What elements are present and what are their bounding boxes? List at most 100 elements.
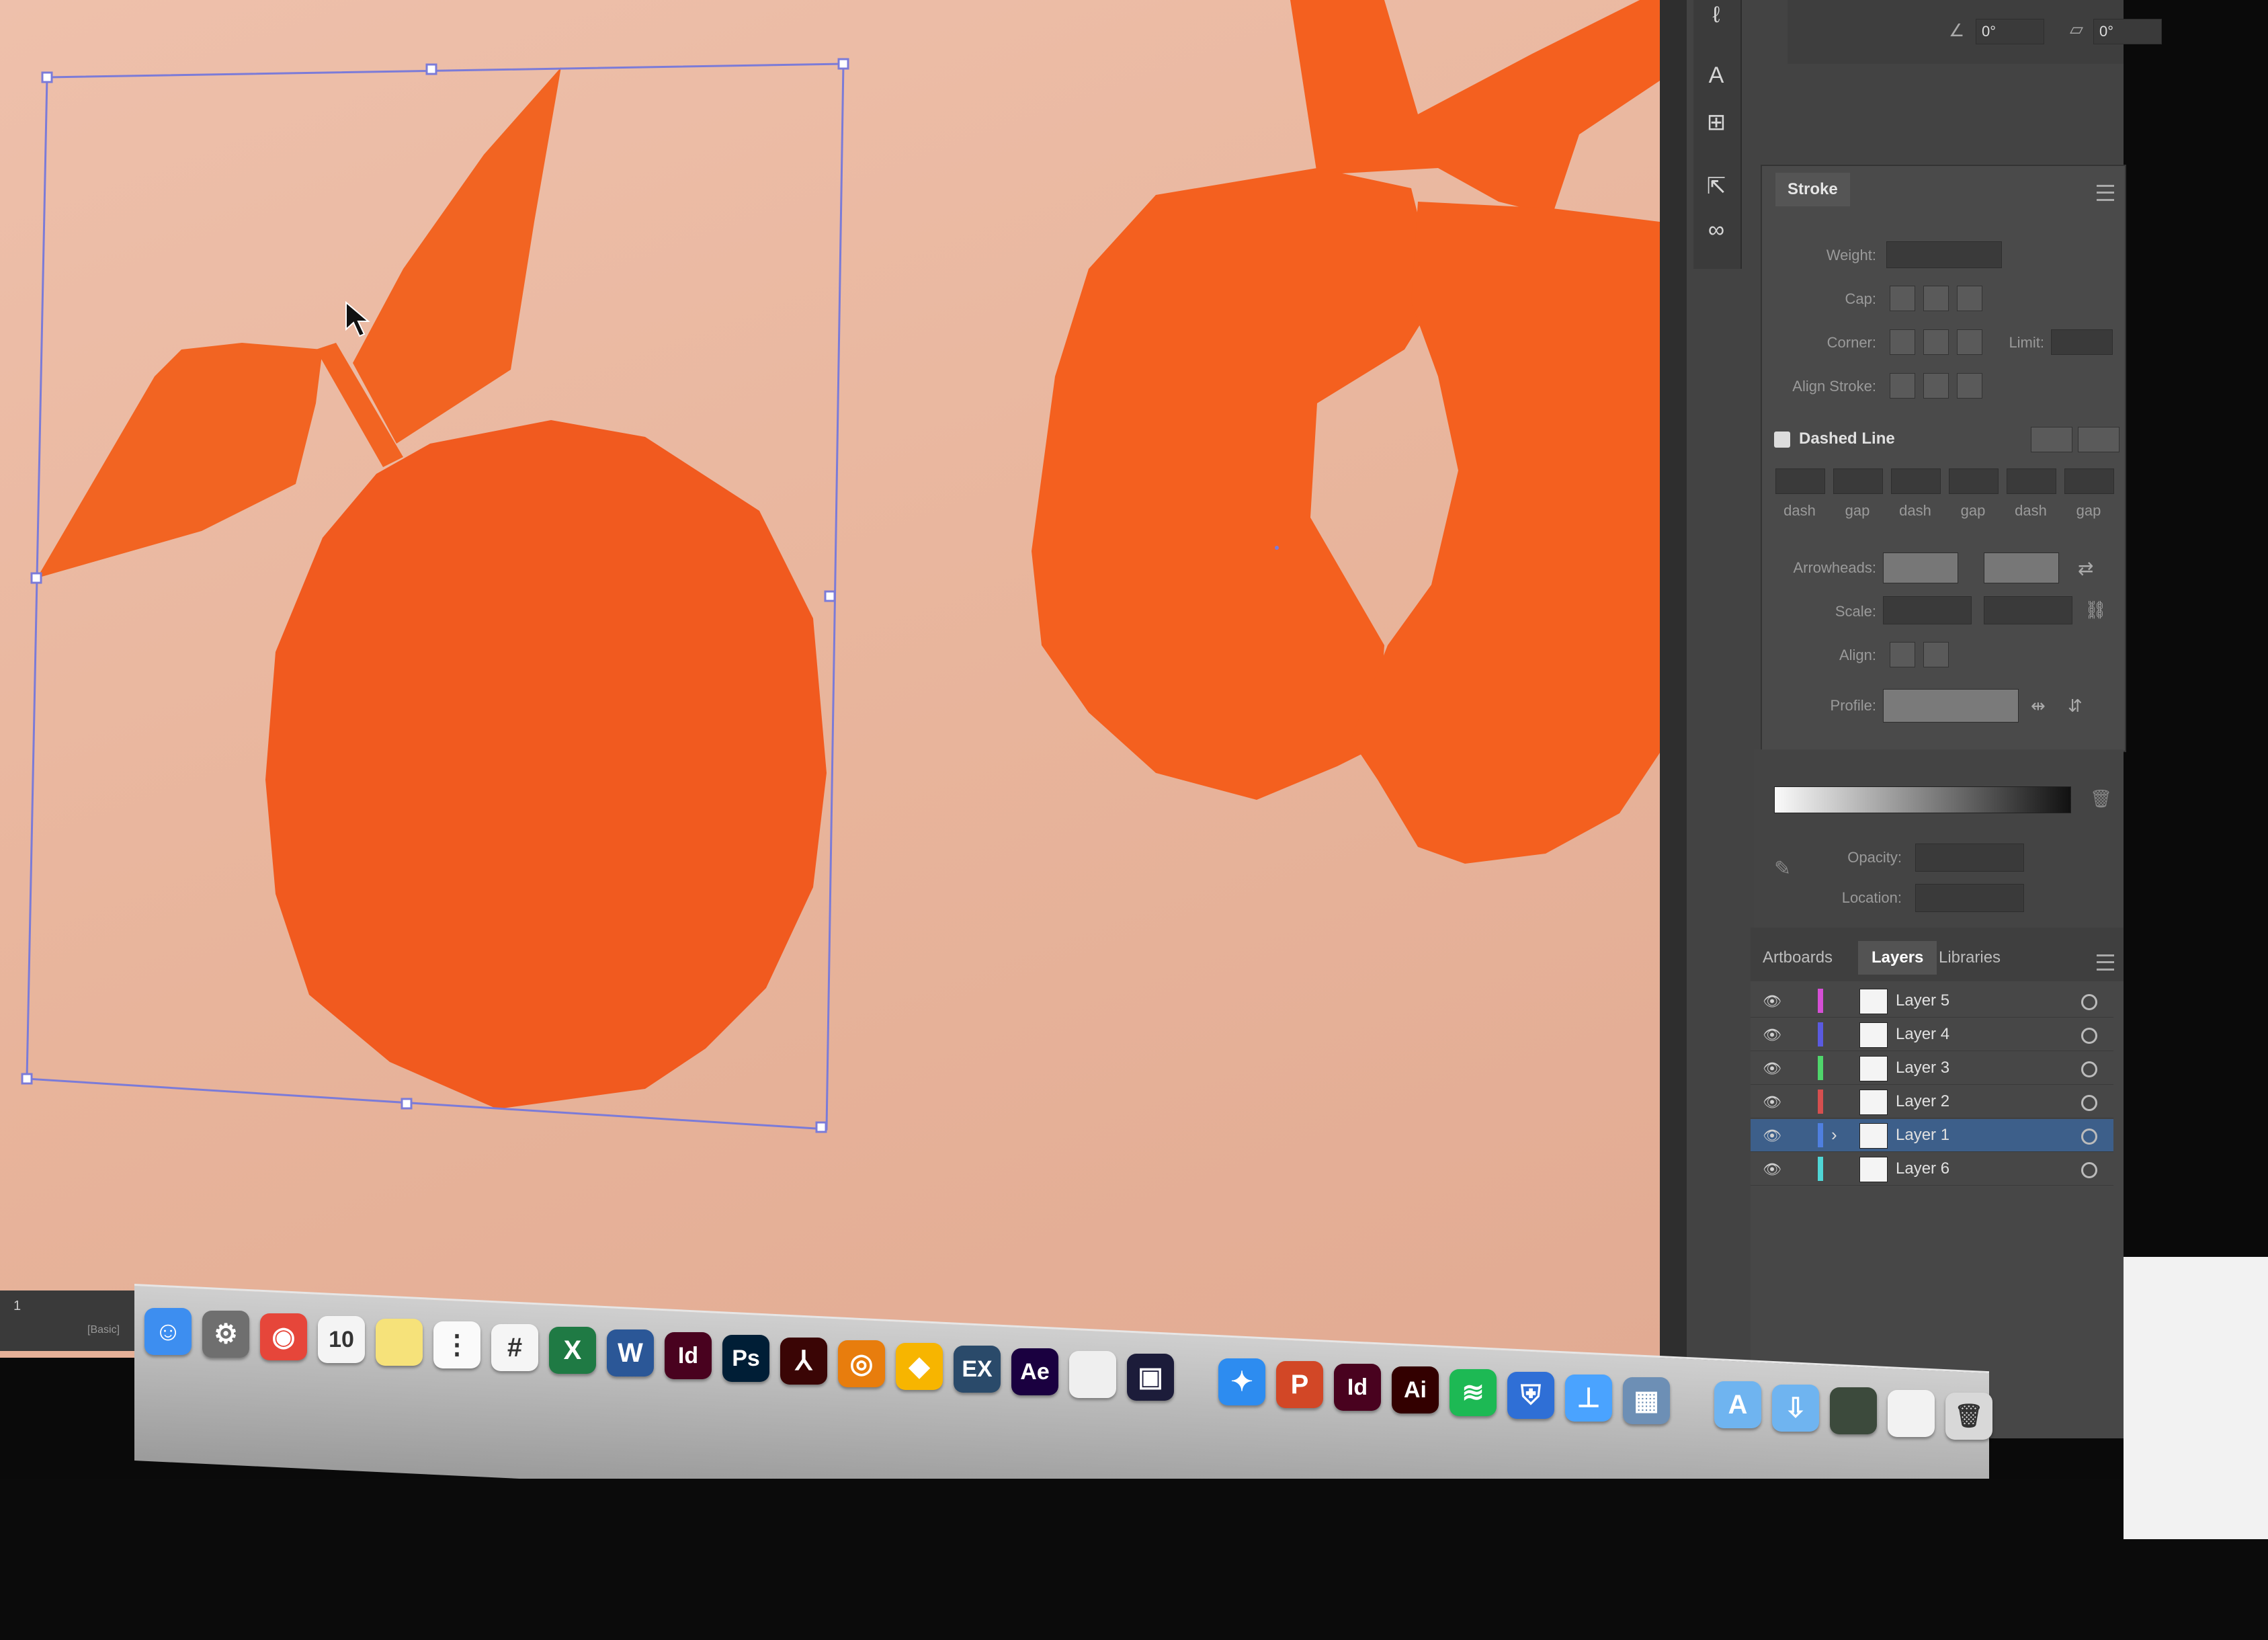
word-icon[interactable]: W (607, 1329, 654, 1377)
eye-icon[interactable]: 👁 (1763, 1127, 1781, 1145)
handle-top-middle[interactable] (425, 63, 437, 75)
finder-icon[interactable]: ☺ (144, 1307, 192, 1355)
layers-menu-icon[interactable] (2097, 954, 2114, 971)
miter-join-button[interactable] (1890, 329, 1915, 355)
layer-row[interactable]: 👁 Layer 3 (1751, 1052, 2113, 1085)
layer-target-icon[interactable] (2081, 1061, 2097, 1077)
align-inside-button[interactable] (1923, 373, 1949, 399)
round-cap-button[interactable] (1923, 286, 1949, 311)
projecting-cap-button[interactable] (1957, 286, 1982, 311)
sketch-icon[interactable]: ◆ (896, 1343, 943, 1391)
round-join-button[interactable] (1923, 329, 1949, 355)
preview-icon[interactable]: ▦ (1623, 1377, 1670, 1425)
layer-target-icon[interactable] (2081, 994, 2097, 1010)
handle-top-right[interactable] (837, 58, 849, 70)
notes-icon[interactable] (376, 1318, 423, 1366)
applications-folder-icon[interactable]: A (1714, 1381, 1761, 1429)
handle-top-left[interactable] (41, 71, 53, 83)
dash-field[interactable] (1891, 468, 1941, 494)
dash-field[interactable] (1775, 468, 1825, 494)
dash-field[interactable] (2007, 468, 2056, 494)
dash-align-button[interactable] (2078, 427, 2119, 452)
stroke-panel-title[interactable]: Stroke (1775, 173, 1850, 206)
keynote-icon[interactable]: ⊥ (1565, 1375, 1612, 1422)
opacity-field[interactable] (1915, 844, 2024, 872)
arrow-place-button[interactable] (1923, 642, 1949, 667)
gap-field[interactable] (2064, 468, 2114, 494)
align-outside-button[interactable] (1957, 373, 1982, 399)
link-scale-icon[interactable]: ⛓ (2085, 600, 2107, 620)
eye-icon[interactable]: 👁 (1763, 1094, 1781, 1111)
layer-name[interactable]: Layer 1 (1896, 1126, 1949, 1145)
panel-menu-icon[interactable] (2097, 185, 2114, 201)
location-field[interactable] (1915, 884, 2024, 912)
layer-row[interactable]: 👁 Layer 5 (1751, 985, 2113, 1018)
system-preferences-icon[interactable]: ⚙ (202, 1310, 249, 1358)
layer-target-icon[interactable] (2081, 1129, 2097, 1145)
illustrator-icon[interactable]: Ai (1392, 1366, 1439, 1413)
angle-field-2[interactable]: 0° (2093, 19, 2162, 44)
layer-target-icon[interactable] (2081, 1162, 2097, 1178)
type-on-path-icon[interactable]: A (1702, 60, 1731, 90)
scale-start-field[interactable] (1883, 596, 1972, 624)
tab-artboards[interactable]: Artboards (1763, 941, 1833, 975)
spotify-icon[interactable]: ≋ (1450, 1368, 1497, 1416)
limit-field[interactable] (2051, 329, 2113, 355)
left-fruit-leaf-large[interactable] (353, 67, 561, 444)
left-fruit-leaf-small[interactable] (37, 343, 323, 578)
delete-stop-icon[interactable]: 🗑 (2090, 788, 2112, 809)
textedit-icon[interactable] (1069, 1351, 1116, 1399)
handle-bottom-left[interactable] (21, 1073, 33, 1085)
exposure-icon[interactable]: EX (954, 1346, 1001, 1393)
page-number[interactable]: 1 (13, 1299, 21, 1314)
layer-row[interactable]: 👁 Layer 2 (1751, 1085, 2113, 1118)
acrobat-icon[interactable]: ⅄ (780, 1338, 827, 1385)
flip-across-icon[interactable]: ⇵ (2068, 696, 2083, 716)
gradient-slider[interactable] (1774, 786, 2071, 813)
handle-middle-right[interactable] (824, 590, 836, 602)
pen-icon[interactable]: ℓ (1702, 0, 1731, 30)
scale-end-field[interactable] (1984, 596, 2072, 624)
expand-chevron-icon[interactable]: › (1831, 1124, 1837, 1145)
export-icon[interactable]: ⇱ (1702, 171, 1731, 201)
layer-row[interactable]: 👁 Layer 4 (1751, 1018, 2113, 1051)
tab-layers[interactable]: Layers (1858, 941, 1937, 975)
gap-field[interactable] (1833, 468, 1883, 494)
layer-row[interactable]: 👁 › Layer 1 (1751, 1119, 2113, 1152)
layer-name[interactable]: Layer 6 (1896, 1159, 1949, 1178)
eye-icon[interactable]: 👁 (1763, 993, 1781, 1010)
arrowhead-end-select[interactable] (1984, 552, 2059, 583)
weight-field[interactable] (1886, 241, 2002, 268)
handle-bottom-middle[interactable] (401, 1098, 413, 1110)
artwork[interactable] (0, 0, 1660, 1358)
angle-field-1[interactable]: 0° (1976, 19, 2044, 44)
butt-cap-button[interactable] (1890, 286, 1915, 311)
swap-arrowheads-icon[interactable]: ⇄ (2078, 557, 2093, 579)
symbol-sprayer-icon[interactable]: ⊞ (1702, 108, 1731, 137)
photoshop-icon[interactable]: Ps (722, 1335, 769, 1383)
excel-icon[interactable]: X (549, 1326, 596, 1374)
layer-name[interactable]: Layer 2 (1896, 1092, 1949, 1111)
layer-name[interactable]: Layer 4 (1896, 1025, 1949, 1044)
handle-bottom-right[interactable] (815, 1121, 827, 1133)
eye-icon[interactable]: 👁 (1763, 1060, 1781, 1077)
link-icon[interactable]: ∞ (1702, 215, 1731, 245)
layer-target-icon[interactable] (2081, 1095, 2097, 1111)
eyedropper-icon[interactable]: ✎ (1774, 857, 1791, 880)
indesign-icon[interactable]: Id (665, 1332, 712, 1380)
documents-stack-icon[interactable] (1888, 1389, 1935, 1437)
bevel-join-button[interactable] (1957, 329, 1982, 355)
blender-icon[interactable]: ◎ (838, 1340, 885, 1388)
arrowhead-start-select[interactable] (1883, 552, 1958, 583)
safari-icon[interactable]: ✦ (1218, 1358, 1265, 1405)
dash-preserve-button[interactable] (2031, 427, 2072, 452)
left-fruit-body[interactable] (265, 420, 827, 1109)
slack-icon[interactable]: # (491, 1323, 538, 1371)
security-shield-icon[interactable]: ⛨ (1507, 1372, 1554, 1420)
artboard-canvas[interactable] (0, 0, 1660, 1358)
layer-name[interactable]: Layer 5 (1896, 991, 1949, 1010)
media-encoder-icon[interactable]: ▣ (1127, 1354, 1174, 1401)
gap-field[interactable] (1949, 468, 1999, 494)
arrow-extend-button[interactable] (1890, 642, 1915, 667)
tab-libraries[interactable]: Libraries (1939, 941, 2001, 975)
